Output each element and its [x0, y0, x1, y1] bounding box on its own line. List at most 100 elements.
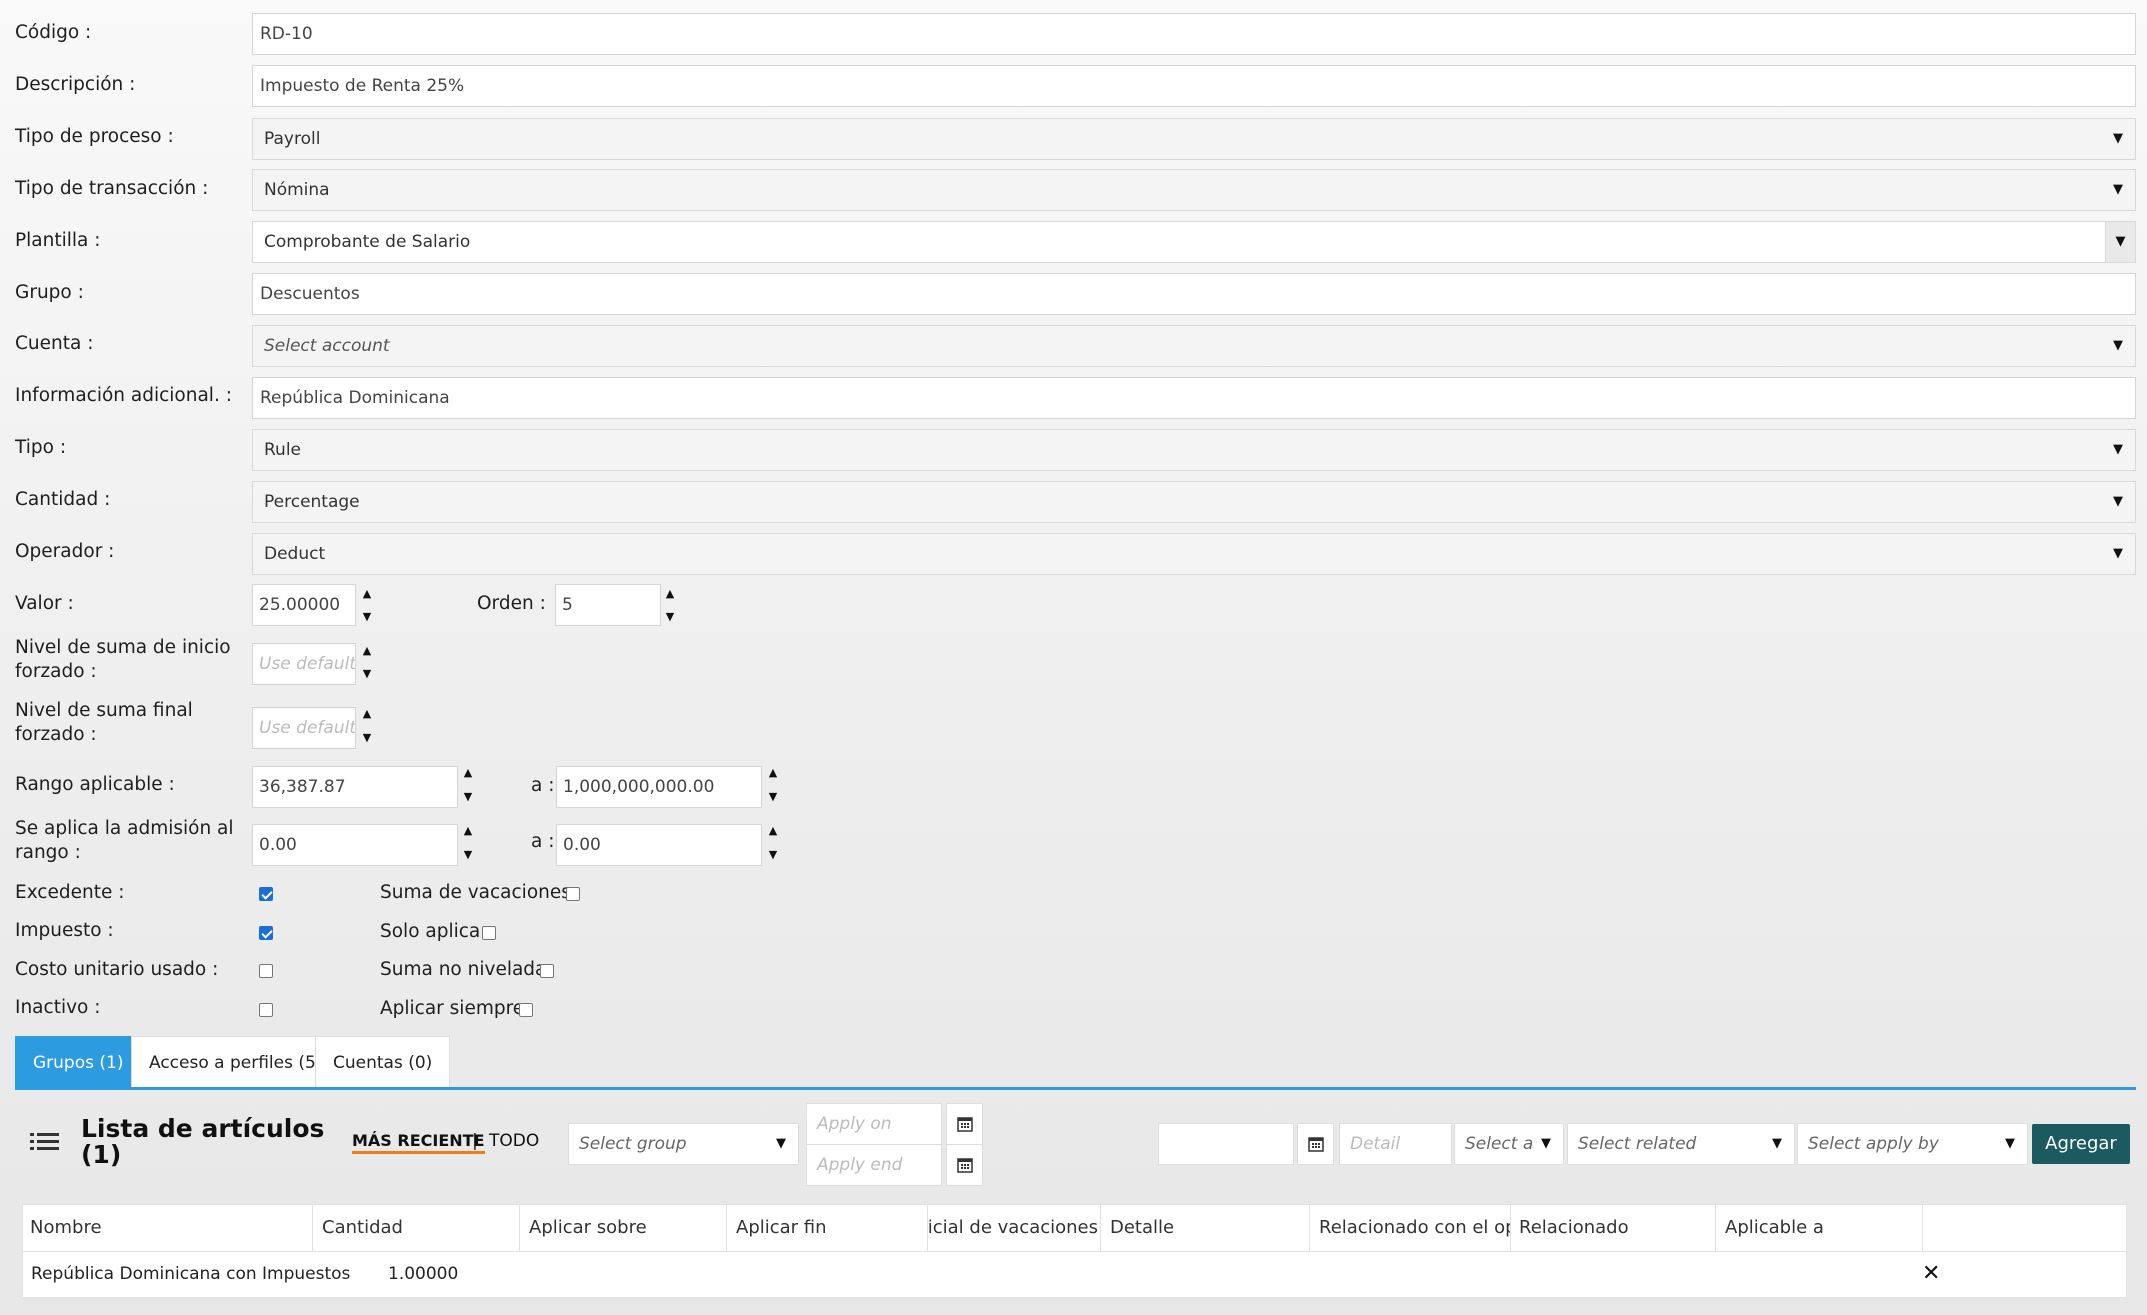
spin-up-icon[interactable]: ▲	[461, 762, 475, 784]
column-header-aplicar-sobre[interactable]: Aplicar sobre	[521, 1204, 727, 1252]
rango-from-input[interactable]: 36,387.87	[252, 766, 458, 808]
suma-vacaciones-label: Suma de vacaciones:	[380, 882, 578, 903]
orden-input[interactable]: 5	[555, 584, 661, 626]
tipo-proceso-select[interactable]: Payroll ▼	[252, 118, 2136, 160]
cantidad-value: Percentage	[264, 492, 360, 512]
column-header-relacionado-operador[interactable]: Relacionado con el operador	[1311, 1204, 1511, 1252]
tab-grupos[interactable]: Grupos (1)	[15, 1036, 142, 1088]
spin-up-icon[interactable]: ▲	[360, 640, 374, 662]
costo-unitario-checkbox[interactable]	[259, 964, 273, 978]
impuesto-checkbox[interactable]	[259, 926, 273, 940]
row-cantidad: 1.00000	[388, 1264, 459, 1284]
info-adicional-label: Información adicional. :	[15, 385, 232, 406]
cuenta-placeholder: Select account	[264, 336, 390, 356]
filter-all[interactable]: TODO	[489, 1131, 539, 1151]
solo-aplica-label: Solo aplica:	[380, 921, 487, 942]
spin-down-icon[interactable]: ▼	[461, 844, 475, 866]
filter-recent[interactable]: MÁS RECIENTE	[352, 1131, 485, 1154]
aplicar-siempre-label: Aplicar siempre:	[380, 998, 531, 1019]
calendar-icon[interactable]	[946, 1103, 983, 1145]
codigo-label: Código :	[15, 22, 92, 43]
spin-up-icon[interactable]: ▲	[360, 583, 374, 605]
spin-down-icon[interactable]: ▼	[360, 727, 374, 749]
spin-down-icon[interactable]: ▼	[766, 786, 780, 808]
tipo-transaccion-value: Nómina	[264, 180, 330, 200]
spin-down-icon[interactable]: ▼	[766, 844, 780, 866]
tipo-transaccion-select[interactable]: Nómina ▼	[252, 169, 2136, 211]
detail-input[interactable]: Detail	[1339, 1123, 1452, 1165]
cuenta-select[interactable]: Select account ▼	[252, 325, 2136, 367]
tipo-label: Tipo :	[15, 437, 67, 458]
column-header-detalle[interactable]: Detalle	[1102, 1204, 1310, 1252]
apply-on-input[interactable]: Apply on	[806, 1103, 942, 1145]
codigo-input[interactable]: RD-10	[252, 13, 2136, 55]
spin-down-icon[interactable]: ▼	[663, 606, 677, 628]
column-header-vacaciones[interactable]: inicial de vacaciones	[929, 1204, 1101, 1252]
calendar-icon[interactable]	[1297, 1123, 1334, 1165]
spin-up-icon[interactable]: ▲	[766, 762, 780, 784]
spin-up-icon[interactable]: ▲	[461, 820, 475, 842]
valor-input[interactable]: 25.00000	[252, 584, 356, 626]
spin-up-icon[interactable]: ▲	[766, 820, 780, 842]
chevron-down-icon: ▼	[2113, 131, 2123, 146]
rango-to-input[interactable]: 1,000,000,000.00	[556, 766, 762, 808]
table-row[interactable]: República Dominicana con Impuestos 1.000…	[22, 1252, 2127, 1298]
admision-from-input[interactable]: 0.00	[252, 824, 458, 866]
spin-up-icon[interactable]: ▲	[663, 583, 677, 605]
cantidad-label: Cantidad :	[15, 489, 111, 510]
nivel-final-input[interactable]: Use default	[252, 707, 356, 749]
inactivo-checkbox[interactable]	[259, 1003, 273, 1017]
solo-aplica-checkbox[interactable]	[482, 926, 496, 940]
descripcion-input[interactable]: Impuesto de Renta 25%	[252, 65, 2136, 107]
tipo-transaccion-label: Tipo de transacción :	[15, 178, 209, 199]
delete-icon[interactable]: ✕	[1922, 1260, 1940, 1288]
inactivo-label: Inactivo :	[15, 997, 101, 1018]
admision-to-input[interactable]: 0.00	[556, 824, 762, 866]
chevron-down-icon: ▼	[2005, 1136, 2015, 1151]
impuesto-label: Impuesto :	[15, 920, 114, 941]
column-header-actions	[1924, 1204, 2127, 1252]
filter-separator: |	[472, 1131, 478, 1151]
list-title-line2: (1)	[81, 1140, 122, 1169]
select-apply-by[interactable]: Select apply by ▼	[1797, 1123, 2028, 1165]
select-group[interactable]: Select group ▼	[568, 1123, 799, 1165]
chevron-down-icon: ▼	[2105, 222, 2135, 262]
spin-up-icon[interactable]: ▲	[360, 703, 374, 725]
excedente-label: Excedente :	[15, 882, 125, 903]
column-header-relacionado[interactable]: Relacionado	[1511, 1204, 1716, 1252]
column-header-cantidad[interactable]: Cantidad	[314, 1204, 520, 1252]
column-header-aplicable-a[interactable]: Aplicable a	[1717, 1204, 1923, 1252]
suma-vacaciones-checkbox[interactable]	[566, 887, 580, 901]
aplicar-siempre-checkbox[interactable]	[519, 1003, 533, 1017]
plantilla-select[interactable]: Comprobante de Salario ▼	[252, 221, 2136, 263]
spin-down-icon[interactable]: ▼	[360, 606, 374, 628]
operador-label: Operador :	[15, 541, 115, 562]
nivel-inicio-input[interactable]: Use default	[252, 643, 356, 685]
suma-no-nivelada-checkbox[interactable]	[540, 964, 554, 978]
amount-input[interactable]	[1158, 1123, 1294, 1165]
apply-end-input[interactable]: Apply end	[806, 1144, 942, 1186]
select-a[interactable]: Select a a ▼	[1454, 1123, 1564, 1165]
chevron-down-icon: ▼	[776, 1136, 786, 1151]
operador-select[interactable]: Deduct ▼	[252, 533, 2136, 575]
tab-cuentas[interactable]: Cuentas (0)	[315, 1036, 451, 1088]
add-button[interactable]: Agregar	[2032, 1124, 2130, 1164]
grupo-input[interactable]: Descuentos	[252, 273, 2136, 315]
operador-value: Deduct	[264, 544, 326, 564]
rango-a-label: a :	[531, 775, 555, 796]
cantidad-select[interactable]: Percentage ▼	[252, 481, 2136, 523]
list-icon	[30, 1130, 60, 1154]
column-header-aplicar-fin[interactable]: Aplicar fin	[728, 1204, 928, 1252]
calendar-icon[interactable]	[946, 1144, 983, 1186]
excedente-checkbox[interactable]	[259, 887, 273, 901]
spin-down-icon[interactable]: ▼	[461, 786, 475, 808]
tab-acceso-perfiles[interactable]: Acceso a perfiles (5)	[131, 1036, 341, 1088]
info-adicional-input[interactable]: República Dominicana	[252, 377, 2136, 419]
column-header-nombre[interactable]: Nombre	[22, 1204, 313, 1252]
tipo-select[interactable]: Rule ▼	[252, 429, 2136, 471]
rango-label: Rango aplicable :	[15, 774, 175, 795]
chevron-down-icon: ▼	[2113, 338, 2123, 353]
spin-down-icon[interactable]: ▼	[360, 663, 374, 685]
tipo-proceso-label: Tipo de proceso :	[15, 126, 174, 147]
select-related[interactable]: Select related ▼	[1567, 1123, 1795, 1165]
